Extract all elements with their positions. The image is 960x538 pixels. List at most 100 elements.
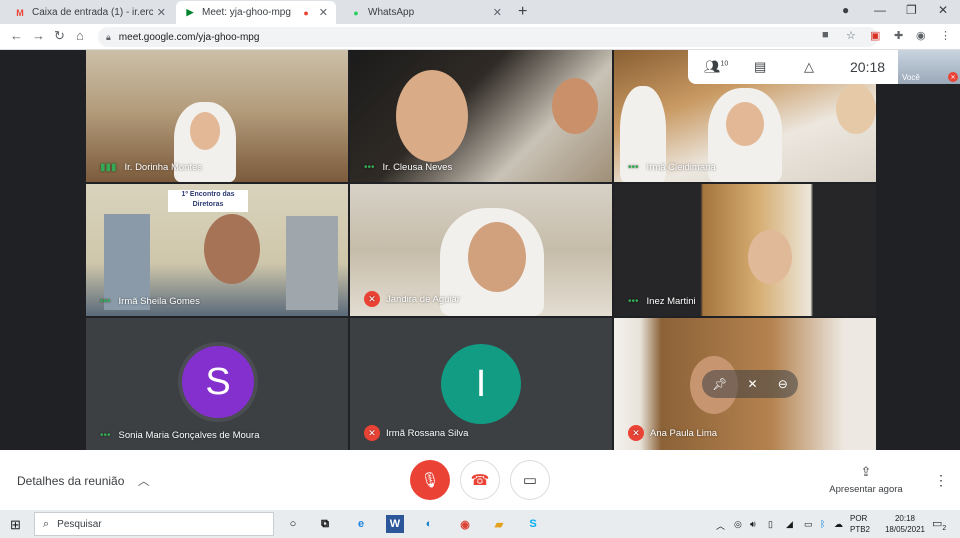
mic-toggle-button[interactable]: 🎙︎ bbox=[410, 460, 450, 500]
input-language[interactable]: POR PTB2 bbox=[850, 513, 870, 535]
participant-tile[interactable]: ▮▮▮ Ir. Dorinha Montes bbox=[86, 50, 348, 182]
wall-photos bbox=[286, 216, 338, 310]
tab-whatsapp[interactable]: ● WhatsApp ✕ bbox=[342, 1, 510, 24]
chrome-icon[interactable]: ◉ bbox=[456, 515, 474, 533]
profile-icon[interactable]: ● bbox=[842, 3, 849, 17]
bluetooth-icon[interactable]: ᛒ bbox=[820, 519, 825, 529]
meeting-clock: 20:18 bbox=[850, 59, 886, 75]
participant-face bbox=[396, 70, 468, 162]
word-icon[interactable]: W bbox=[386, 515, 404, 533]
back-icon[interactable]: ← bbox=[10, 28, 23, 43]
gmail-icon: M bbox=[16, 7, 24, 18]
url-text: meet.google.com/yja-ghoo-mpg bbox=[118, 31, 260, 43]
notification-center-icon[interactable]: ▭2 bbox=[932, 517, 946, 532]
cortana-icon[interactable]: ○ bbox=[284, 515, 302, 533]
edge-icon[interactable]: ◐ bbox=[420, 515, 438, 533]
participant-face bbox=[748, 230, 792, 284]
onedrive-icon[interactable]: ☁ bbox=[834, 519, 843, 530]
participant-tile[interactable]: S ••• Sonia Maria Gonçalves de Moura bbox=[86, 318, 348, 450]
participant-face bbox=[726, 102, 764, 146]
participant-avatar: I bbox=[441, 344, 521, 424]
call-controls-bar: Detalhes da reunião ︿ 🎙︎ ☎ ▭ ⇪ Apresenta… bbox=[0, 450, 960, 510]
file-explorer-icon[interactable]: ▰ bbox=[490, 515, 508, 533]
skype-icon[interactable]: S bbox=[524, 515, 542, 533]
star-icon[interactable]: ☆ bbox=[846, 29, 856, 42]
system-clock[interactable]: 20:18 18/05/2021 bbox=[880, 513, 930, 535]
present-now-button[interactable]: ⇪ Apresentar agora bbox=[828, 464, 904, 495]
remove-participant-icon[interactable]: ⊖ bbox=[778, 377, 788, 391]
new-tab-button[interactable]: + bbox=[518, 3, 527, 21]
self-label: Você bbox=[902, 73, 920, 82]
tab-title: Caixa de entrada (1) - ir.ercilia.m bbox=[32, 7, 153, 18]
wifi-icon[interactable]: ◢ bbox=[786, 519, 793, 530]
tile-hover-controls: 📌︎ ✕ ⊖ bbox=[702, 370, 798, 398]
speaking-indicator-icon: ••• bbox=[100, 296, 111, 307]
home-icon[interactable]: ⌂ bbox=[76, 28, 84, 43]
meet-icon: ▶ bbox=[186, 7, 194, 17]
search-placeholder: Pesquisar bbox=[57, 518, 102, 530]
volume-icon[interactable]: 🔊︎ bbox=[750, 519, 756, 530]
present-label: Apresentar agora bbox=[829, 484, 903, 495]
close-icon[interactable]: ✕ bbox=[319, 6, 328, 19]
reload-icon[interactable]: ↻ bbox=[54, 28, 65, 44]
leave-call-button[interactable]: ☎ bbox=[460, 460, 500, 500]
task-view-icon[interactable]: ⧉ bbox=[316, 515, 334, 533]
windows-taskbar: ⊞ ⌕ Pesquisar ○ ⧉ e W ◐ ◉ ▰ S ︿ ◎ 🔊︎ ▯ ◢… bbox=[0, 510, 960, 538]
participant-tile[interactable]: 1º Encontro das Diretoras ••• Irmã Sheila… bbox=[86, 184, 348, 316]
camera-indicator-icon[interactable]: ■ bbox=[822, 29, 829, 41]
close-icon[interactable]: ✕ bbox=[493, 6, 502, 19]
network-icon[interactable]: ▯ bbox=[768, 519, 773, 530]
participant-tile[interactable]: ••• Ir. Cleusa Neves bbox=[350, 50, 612, 182]
participant-tile[interactable]: ••• Inez Martini bbox=[614, 184, 876, 316]
more-options-icon[interactable]: ⋮ bbox=[934, 472, 948, 489]
restore-icon[interactable]: ❐ bbox=[906, 3, 917, 17]
camera-icon: ▭ bbox=[522, 472, 538, 489]
participant-name: ✕ Jandira de Aguiar bbox=[364, 291, 460, 307]
taskbar-search-box[interactable]: ⌕ Pesquisar bbox=[34, 512, 274, 536]
participant-tile[interactable]: I ✕ Irmã Rossana Silva bbox=[350, 318, 612, 450]
browser-tab-strip: M Caixa de entrada (1) - ir.ercilia.m ✕ … bbox=[0, 0, 960, 24]
meeting-header-controls: 👥︎10 ▤ △ 20:18 bbox=[688, 50, 898, 84]
lang-code: POR bbox=[850, 514, 868, 523]
present-icon: ⇪ bbox=[860, 464, 872, 479]
avatar-initial: I bbox=[475, 362, 487, 405]
whatsapp-icon: ● bbox=[353, 7, 359, 18]
minimize-icon[interactable]: — bbox=[874, 3, 886, 17]
pdf-extension-icon[interactable]: ▣ bbox=[870, 29, 880, 42]
slide-title: 1º Encontro das Diretoras bbox=[168, 190, 248, 212]
battery-icon[interactable]: ▭ bbox=[804, 519, 813, 530]
window-close-icon[interactable]: ✕ bbox=[938, 3, 948, 17]
tab-meet[interactable]: ▶ Meet: yja-ghoo-mpg ● ✕ bbox=[176, 1, 336, 24]
meeting-stage: ▮▮▮ Ir. Dorinha Montes ••• Ir. Cleusa Neve… bbox=[0, 50, 960, 450]
profile-avatar-icon[interactable]: ◉ bbox=[916, 29, 926, 42]
menu-icon[interactable]: ⋮ bbox=[940, 29, 951, 42]
extensions-icon[interactable]: ✚ bbox=[894, 29, 903, 42]
address-bar[interactable]: 🔒︎ meet.google.com/yja-ghoo-mpg bbox=[98, 27, 878, 47]
participant-name: ▮▮▮ Ir. Dorinha Montes bbox=[100, 162, 203, 173]
participant-count: 10 bbox=[720, 60, 729, 68]
meeting-details-button[interactable]: Detalhes da reunião ︿ bbox=[17, 472, 150, 489]
speaking-indicator-icon: ••• bbox=[100, 430, 111, 441]
mute-participant-icon[interactable]: ✕ bbox=[748, 377, 758, 391]
notification-count: 2 bbox=[942, 525, 947, 533]
forward-icon[interactable]: → bbox=[32, 28, 45, 43]
camera-toggle-button[interactable]: ▭ bbox=[510, 460, 550, 500]
activities-icon[interactable]: △ bbox=[804, 59, 814, 75]
chat-icon[interactable]: ▤ bbox=[754, 59, 766, 75]
mic-off-icon: ✕ bbox=[364, 425, 380, 441]
participant-tile[interactable]: 📌︎ ✕ ⊖ ✕ Ana Paula Lima bbox=[614, 318, 876, 450]
tab-gmail[interactable]: M Caixa de entrada (1) - ir.ercilia.m ✕ bbox=[6, 1, 174, 24]
participant-name: ••• Irmã Cleidimaria bbox=[628, 162, 716, 173]
participant-face bbox=[204, 214, 260, 284]
windows-start-icon[interactable]: ⊞ bbox=[10, 517, 21, 533]
participant-tile[interactable]: ✕ Jandira de Aguiar bbox=[350, 184, 612, 316]
people-icon[interactable]: 👥︎10 bbox=[704, 59, 728, 75]
tray-icon[interactable]: ◎ bbox=[734, 519, 742, 530]
mic-off-icon: ✕ bbox=[628, 425, 644, 441]
close-icon[interactable]: ✕ bbox=[157, 6, 166, 19]
self-view-tile[interactable]: Você ✕ bbox=[898, 50, 960, 84]
tray-chevron-icon[interactable]: ︿ bbox=[716, 519, 725, 532]
edge-legacy-icon[interactable]: e bbox=[352, 515, 370, 533]
pin-icon[interactable]: 📌︎ bbox=[712, 377, 727, 391]
participant-name: ••• Sonia Maria Gonçalves de Moura bbox=[100, 430, 260, 441]
